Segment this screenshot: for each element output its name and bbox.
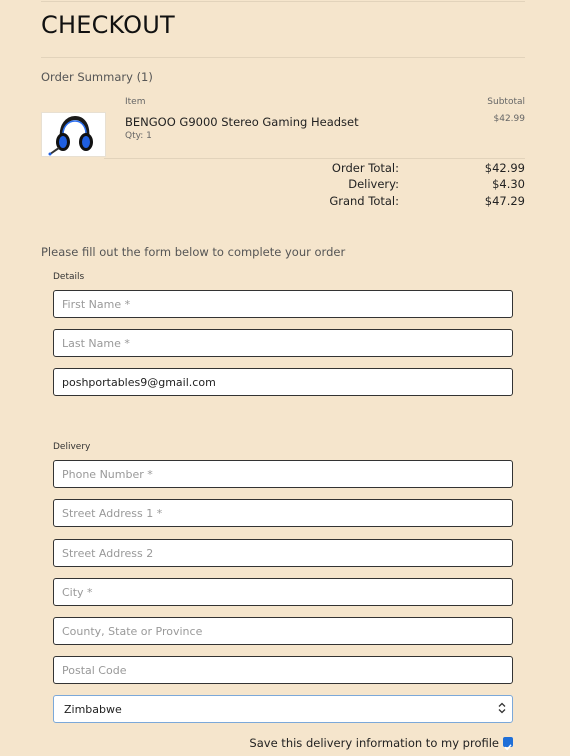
- product-thumbnail[interactable]: [41, 112, 106, 157]
- delivery-section-label: Delivery: [53, 442, 91, 452]
- last-name-field[interactable]: [53, 329, 513, 357]
- county-input[interactable]: [54, 618, 512, 644]
- delivery-value: $4.30: [492, 177, 525, 191]
- email-field[interactable]: [53, 368, 513, 396]
- chevron-updown-icon: [498, 702, 506, 714]
- street-address-2-input[interactable]: [54, 540, 512, 566]
- product-qty: Qty: 1: [125, 131, 152, 141]
- phone-input[interactable]: [54, 461, 512, 487]
- top-divider: [41, 1, 525, 2]
- save-delivery-info-label: Save this delivery information to my pro…: [249, 736, 499, 750]
- delivery-label: Delivery:: [348, 177, 399, 191]
- headset-image: [42, 113, 105, 156]
- phone-field[interactable]: [53, 460, 513, 488]
- email-input[interactable]: [54, 369, 512, 395]
- page-title: CHECKOUT: [41, 11, 175, 39]
- last-name-input[interactable]: [54, 330, 512, 356]
- first-name-input[interactable]: [54, 291, 512, 317]
- product-name[interactable]: BENGOO G9000 Stereo Gaming Headset: [125, 115, 359, 129]
- first-name-field[interactable]: [53, 290, 513, 318]
- order-total-value: $42.99: [484, 161, 525, 175]
- postal-code-field[interactable]: [53, 656, 513, 684]
- save-delivery-info-checkbox[interactable]: [503, 737, 513, 751]
- street-address-2-field[interactable]: [53, 539, 513, 567]
- city-field[interactable]: [53, 578, 513, 606]
- product-subtotal: $42.99: [493, 114, 526, 124]
- form-intro-text: Please fill out the form below to comple…: [41, 245, 346, 259]
- street-address-1-input[interactable]: [54, 500, 512, 526]
- column-header-item: Item: [125, 97, 146, 107]
- country-select[interactable]: Zimbabwe: [53, 695, 513, 723]
- order-total-label: Order Total:: [331, 161, 399, 175]
- county-field[interactable]: [53, 617, 513, 645]
- city-input[interactable]: [54, 579, 512, 605]
- street-address-1-field[interactable]: [53, 499, 513, 527]
- details-section-label: Details: [53, 272, 85, 282]
- order-summary-heading: Order Summary (1): [41, 70, 153, 84]
- items-divider: [104, 158, 525, 159]
- grand-total-value: $47.29: [484, 194, 525, 208]
- title-divider: [41, 57, 525, 58]
- grand-total-label: Grand Total:: [329, 194, 399, 208]
- country-selected-value: Zimbabwe: [64, 703, 122, 716]
- column-header-subtotal: Subtotal: [487, 97, 525, 107]
- postal-code-input[interactable]: [54, 657, 512, 683]
